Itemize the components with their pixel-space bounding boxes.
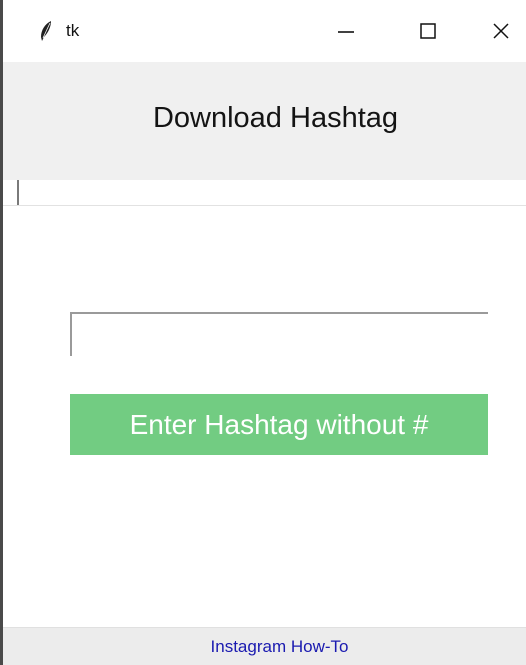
close-icon <box>493 23 509 39</box>
footer-bar: Instagram How-To <box>3 627 526 665</box>
header-panel: Download Hashtag <box>3 62 526 182</box>
minimize-icon <box>338 31 354 33</box>
maximize-button[interactable] <box>398 0 458 62</box>
top-entry-field[interactable] <box>3 180 526 206</box>
title-bar[interactable]: tk <box>3 0 526 62</box>
feather-icon <box>39 20 53 42</box>
top-entry-edge <box>17 180 19 205</box>
enter-hashtag-button[interactable]: Enter Hashtag without # <box>70 394 488 455</box>
maximize-icon <box>420 23 436 39</box>
window-title: tk <box>66 21 80 40</box>
close-button[interactable] <box>471 0 526 62</box>
app-window: tk Download Hashtag Enter Hashtag withou… <box>0 0 526 665</box>
minimize-button[interactable] <box>316 0 376 62</box>
hashtag-input[interactable] <box>70 312 488 356</box>
instagram-howto-link[interactable]: Instagram How-To <box>3 637 526 657</box>
page-title: Download Hashtag <box>152 102 399 134</box>
